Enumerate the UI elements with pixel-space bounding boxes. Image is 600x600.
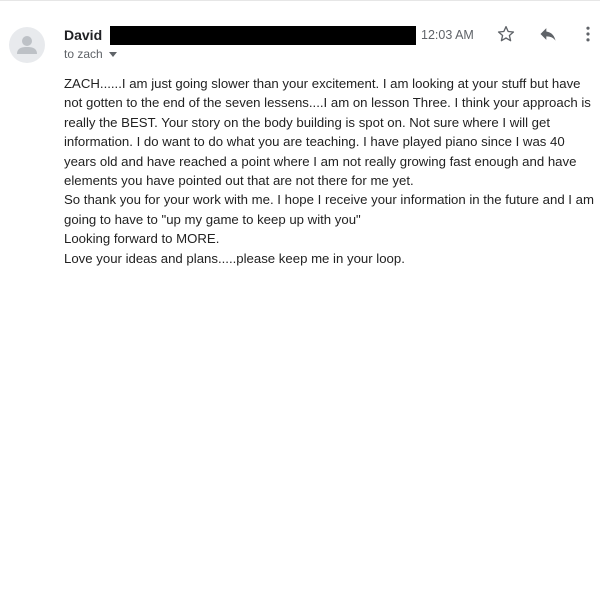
message-body: ZACH......I am just going slower than yo… [64,74,594,268]
more-vert-icon [586,26,590,42]
reply-icon [540,28,556,41]
sender-name[interactable]: David [64,26,102,44]
sender-row: David [64,25,417,45]
person-icon [17,36,37,54]
sender-avatar[interactable] [9,27,45,63]
body-paragraph: ZACH......I am just going slower than yo… [64,76,591,189]
recipient-label: to zach [64,47,103,61]
star-button[interactable] [494,22,518,46]
header-divider [0,0,600,1]
star-outline-icon [497,26,515,42]
more-options-button[interactable] [576,22,600,46]
body-paragraph: Looking forward to MORE. [64,231,220,247]
reply-button[interactable] [536,22,560,46]
redacted-sender-email [110,25,417,45]
body-paragraph: Love your ideas and plans.....please kee… [64,250,405,266]
message-timestamp: 12:03 AM [421,28,474,42]
caret-down-icon [108,51,117,57]
body-paragraph: So thank you for your work with me. I ho… [64,192,594,227]
recipient-details-toggle[interactable]: to zach [64,46,117,62]
